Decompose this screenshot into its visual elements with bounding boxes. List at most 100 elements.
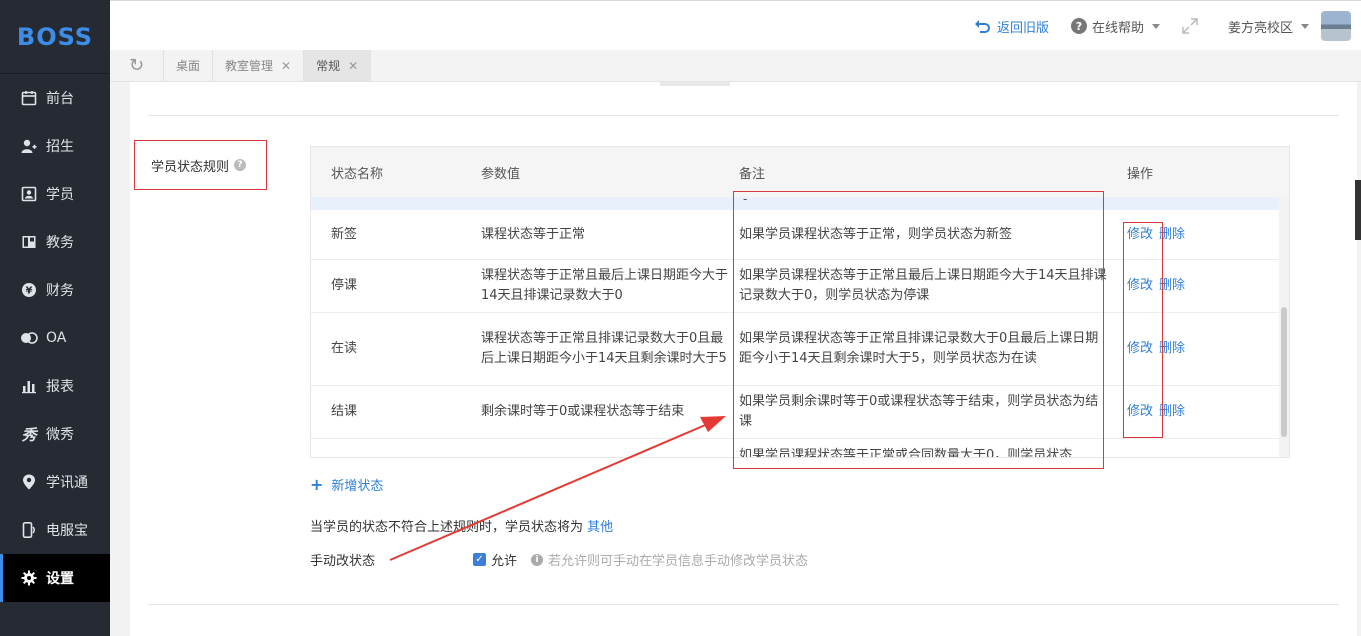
sidebar-item-label: 财务: [46, 283, 74, 299]
sidebar-item-oa[interactable]: OA: [0, 314, 110, 362]
sidebar-item-label: 微秀: [46, 427, 74, 443]
hint-text: 若允许则可手动在学员信息手动修改学员状态: [548, 554, 809, 569]
gear-icon: [20, 569, 38, 587]
table-row: 新签 课程状态等于正常 如果学员课程状态等于正常，则学员状态为新签 修改 删除: [311, 210, 1279, 260]
refresh-icon: ↻: [128, 55, 145, 76]
online-help-label: 在线帮助: [1091, 20, 1144, 36]
sidebar-item-label: 学员: [46, 187, 74, 203]
book-icon: [20, 233, 38, 251]
edit-link[interactable]: 修改: [1127, 276, 1153, 296]
tab-desktop[interactable]: 桌面: [164, 50, 214, 81]
undo-icon: [974, 20, 990, 33]
table-row: 如果学员课程状态等于正常或合同数量大于0，则学员状态: [311, 439, 1279, 458]
location-pin-icon: [20, 473, 38, 491]
divider: [148, 115, 1339, 116]
sidebar-item-dianfubao[interactable]: 电服宝: [0, 506, 110, 554]
row-note-dash: -: [743, 192, 748, 206]
sidebar: BOSS 前台 招生 学员 教务 ¥ 财务 OA 报表 秀 微秀 学讯通 电服宝…: [0, 0, 110, 636]
bar-chart-icon: [20, 377, 38, 395]
allow-checkbox[interactable]: ✓: [473, 553, 486, 566]
sidebar-item-label: 招生: [46, 139, 74, 155]
tab-label: 桌面: [176, 59, 201, 73]
sidebar-item-finance[interactable]: ¥ 财务: [0, 266, 110, 314]
sidebar-item-label: 教务: [46, 235, 74, 251]
section-title-label: 学员状态规则: [151, 159, 230, 175]
column-header-status-name: 状态名称: [331, 166, 384, 182]
row-note: 如果学员课程状态等于正常或合同数量大于0，则学员状态: [739, 448, 1073, 458]
row-status-name: 新签: [331, 226, 358, 242]
sidebar-item-students[interactable]: 学员: [0, 170, 110, 218]
fallback-label: 当学员的状态不符合上述规则时，学员状态将为: [310, 520, 584, 535]
row-status-name: 停课: [331, 278, 358, 293]
refresh-button[interactable]: ↻: [110, 50, 164, 81]
sidebar-item-label: 学讯通: [46, 475, 88, 491]
row-status-name: 在读: [331, 341, 358, 356]
row-status-name: 结课: [331, 404, 358, 419]
tab-classroom-management[interactable]: 教室管理 ✕: [213, 50, 305, 81]
delete-link[interactable]: 删除: [1159, 276, 1185, 296]
add-status-button[interactable]: + 新增状态: [310, 475, 383, 494]
avatar[interactable]: [1321, 11, 1351, 41]
sidebar-item-settings[interactable]: 设置: [0, 554, 110, 602]
boss-logo[interactable]: BOSS: [0, 0, 110, 74]
table-scrollbar[interactable]: [1279, 197, 1289, 457]
row-note: 如果学员课程状态等于正常且最后上课日期距今大于14天且排课记录数大于0，则学员状…: [739, 268, 1107, 303]
info-icon: i: [531, 553, 544, 566]
back-to-old-version-link[interactable]: 返回旧版: [974, 17, 1049, 36]
manual-status-label: 手动改状态: [310, 554, 376, 569]
campus-label: 姜方亮校区: [1227, 20, 1293, 36]
row-param: 剩余课时等于0或课程状态等于结束: [481, 404, 685, 419]
sidebar-item-xuexuntong[interactable]: 学讯通: [0, 458, 110, 506]
table-row-highlight: [311, 197, 1279, 210]
delete-link[interactable]: 删除: [1159, 225, 1185, 245]
top-tab-indicator: [660, 82, 730, 86]
sidebar-item-weixiu[interactable]: 秀 微秀: [0, 410, 110, 458]
edit-link[interactable]: 修改: [1127, 402, 1153, 422]
table-row: 在读 课程状态等于正常且排课记录数大于0且最后上课日期距今小于14天且剩余课时大…: [311, 313, 1279, 386]
id-card-icon: [20, 185, 38, 203]
status-rules-table: 状态名称 参数值 备注 操作 - 新签 课程状态等于正常 如果学员课程状态等于正…: [310, 146, 1290, 458]
sidebar-item-reports[interactable]: 报表: [0, 362, 110, 410]
top-header: 返回旧版 ? 在线帮助 姜方亮校区: [110, 0, 1361, 50]
delete-link[interactable]: 删除: [1159, 402, 1185, 422]
sidebar-item-label: 设置: [46, 571, 74, 587]
close-icon[interactable]: ✕: [348, 59, 358, 73]
tab-label: 常规: [316, 59, 341, 73]
manual-status-hint: i 若允许则可手动在学员信息手动修改学员状态: [531, 550, 808, 569]
xiu-icon: 秀: [21, 425, 37, 444]
edit-link[interactable]: 修改: [1127, 225, 1153, 245]
question-icon[interactable]: ?: [234, 159, 247, 171]
main-content: 学员状态规则 ? 状态名称 参数值 备注 操作 - 新签 课程状态等于正常 如果…: [130, 82, 1357, 636]
fullscreen-button[interactable]: [1182, 18, 1198, 34]
scrollbar-thumb[interactable]: [1281, 307, 1287, 437]
row-actions: 修改 删除: [1127, 386, 1227, 438]
column-header-note: 备注: [739, 166, 766, 182]
sidebar-item-frontdesk[interactable]: 前台: [0, 74, 110, 122]
table-row: 结课 剩余课时等于0或课程状态等于结束 如果学员剩余课时等于0或课程状态等于结束…: [311, 386, 1279, 439]
campus-dropdown[interactable]: 姜方亮校区: [1228, 17, 1309, 36]
fallback-status-link[interactable]: 其他: [587, 520, 613, 535]
plus-icon: +: [310, 475, 324, 494]
help-icon: ?: [1070, 18, 1087, 34]
delete-link[interactable]: 删除: [1159, 339, 1185, 359]
row-param: 课程状态等于正常: [481, 226, 586, 242]
sidebar-item-enroll[interactable]: 招生: [0, 122, 110, 170]
close-icon[interactable]: ✕: [281, 59, 291, 73]
edit-link[interactable]: 修改: [1127, 339, 1153, 359]
fallback-status-text: 当学员的状态不符合上述规则时，学员状态将为 其他: [310, 516, 613, 535]
section-title-student-status-rules: 学员状态规则 ?: [134, 140, 267, 190]
table-header: 状态名称 参数值 备注 操作: [311, 147, 1289, 197]
row-actions: 修改 删除: [1127, 260, 1227, 312]
sidebar-item-academic[interactable]: 教务: [0, 218, 110, 266]
tab-general[interactable]: 常规 ✕: [304, 50, 372, 81]
row-note: 如果学员课程状态等于正常，则学员状态为新签: [739, 226, 1013, 242]
back-to-old-version-label: 返回旧版: [996, 20, 1049, 36]
add-status-label: 新增状态: [331, 479, 384, 494]
tab-bar: ↻ 桌面 教室管理 ✕ 常规 ✕: [110, 50, 1361, 82]
svg-text:¥: ¥: [26, 286, 33, 297]
online-help-dropdown[interactable]: ? 在线帮助: [1070, 17, 1160, 36]
sidebar-item-label: 报表: [46, 379, 74, 395]
row-actions: 修改 删除: [1127, 313, 1227, 385]
allow-checkbox-label[interactable]: 允许: [491, 550, 517, 569]
calendar-icon: [20, 89, 38, 107]
